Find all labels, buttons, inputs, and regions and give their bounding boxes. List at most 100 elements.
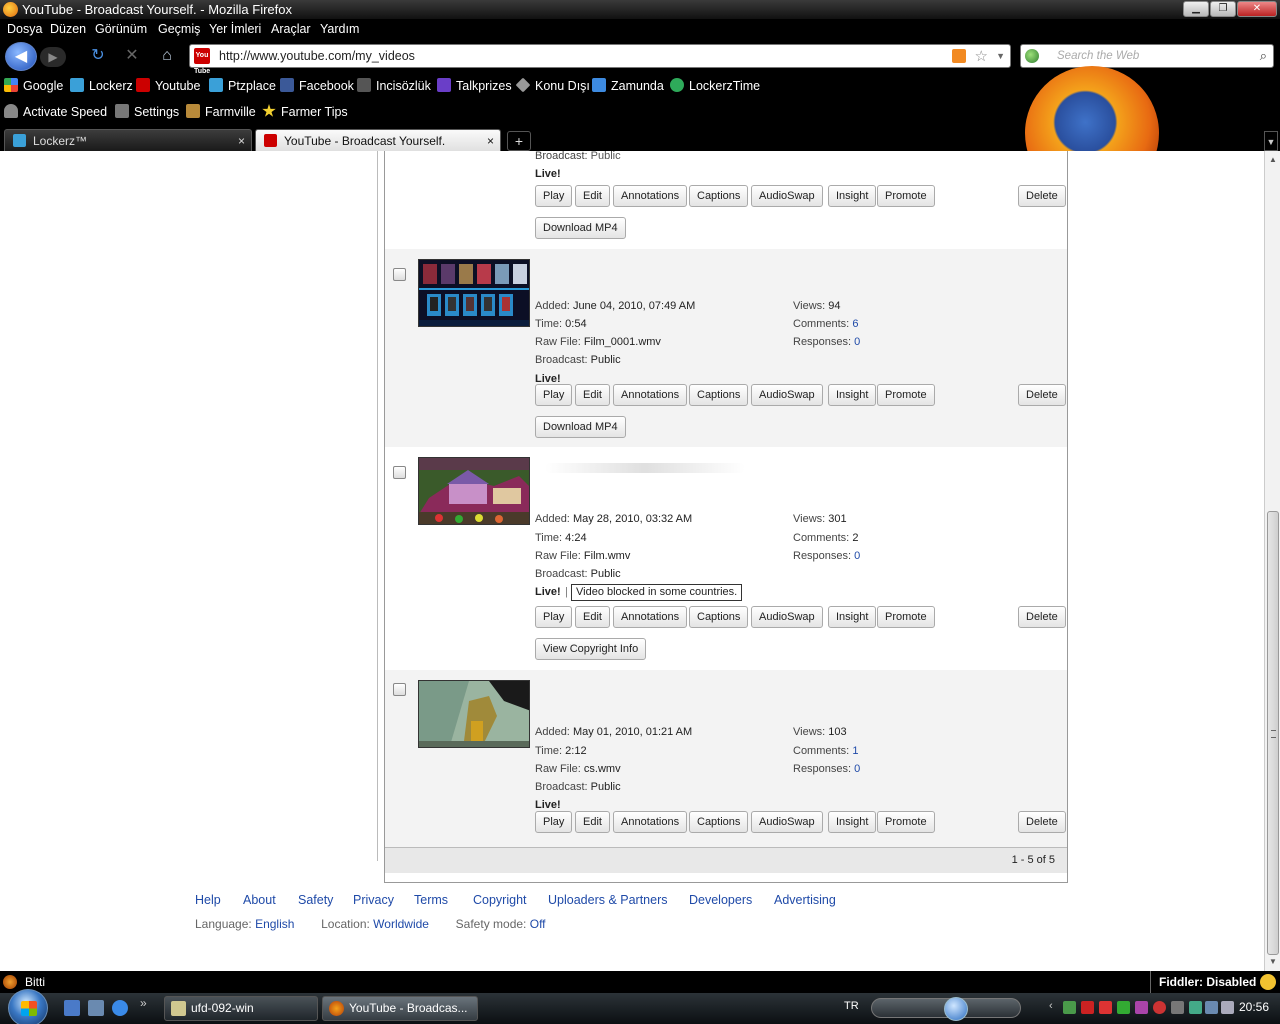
responses-link[interactable]: 0 <box>854 336 860 348</box>
home-icon[interactable]: ⌂ <box>157 46 177 66</box>
tray-sync-icon[interactable] <box>1117 1001 1130 1014</box>
menu-gorunum[interactable]: Görünüm <box>95 19 147 40</box>
ati-icon[interactable] <box>1081 1001 1094 1014</box>
insight-button[interactable]: Insight <box>828 185 877 207</box>
bookmark-lockerztime[interactable]: LockerzTime <box>670 74 760 98</box>
edit-button[interactable]: Edit <box>575 384 610 406</box>
menu-duzen[interactable]: Düzen <box>50 19 86 40</box>
promote-button[interactable]: Promote <box>877 185 935 207</box>
edit-button[interactable]: Edit <box>575 185 610 207</box>
video-checkbox[interactable] <box>393 268 406 281</box>
promote-button[interactable]: Promote <box>877 606 935 628</box>
footer-help-link[interactable]: Help <box>195 893 221 907</box>
video-checkbox[interactable] <box>393 683 406 696</box>
start-button[interactable] <box>8 989 48 1024</box>
captions-button[interactable]: Captions <box>689 606 749 628</box>
captions-button[interactable]: Captions <box>689 384 749 406</box>
captions-button[interactable]: Captions <box>689 811 749 833</box>
back-button[interactable]: ◀ <box>5 42 37 71</box>
smiley-icon[interactable] <box>1260 974 1276 990</box>
bookmark-farmer-tips[interactable]: Farmer Tips <box>262 100 348 124</box>
audioswap-button[interactable]: AudioSwap <box>751 811 823 833</box>
scrollbar-thumb[interactable] <box>1267 511 1279 955</box>
bookmark-ptzplace[interactable]: Ptzplace <box>209 74 276 98</box>
menu-dosya[interactable]: Dosya <box>7 19 42 40</box>
url-text[interactable]: http://www.youtube.com/my_videos <box>219 45 415 67</box>
tray-checkmark-icon[interactable] <box>1189 1001 1202 1014</box>
annotations-button[interactable]: Annotations <box>613 811 688 833</box>
responses-link[interactable]: 0 <box>854 550 860 562</box>
safety-mode-link[interactable]: Off <box>530 917 546 931</box>
video-thumbnail[interactable] <box>418 457 530 525</box>
play-button[interactable]: Play <box>535 185 573 207</box>
url-dropdown-icon[interactable]: ▼ <box>996 45 1005 67</box>
tray-app-icon[interactable] <box>1099 1001 1112 1014</box>
tab-close-icon[interactable]: × <box>487 130 494 152</box>
fiddler-status[interactable]: Fiddler: Disabled <box>1150 971 1256 993</box>
close-button[interactable]: ✕ <box>1237 1 1277 17</box>
footer-uploaders-link[interactable]: Uploaders & Partners <box>548 893 668 907</box>
promote-button[interactable]: Promote <box>877 811 935 833</box>
maximize-button[interactable]: ❐ <box>1210 1 1236 17</box>
tray-security-icon[interactable] <box>1153 1001 1166 1014</box>
tray-device-icon[interactable] <box>1171 1001 1184 1014</box>
footer-privacy-link[interactable]: Privacy <box>353 893 394 907</box>
tray-vpn-icon[interactable] <box>1135 1001 1148 1014</box>
insight-button[interactable]: Insight <box>828 606 877 628</box>
menu-yer-imleri[interactable]: Yer İmleri <box>209 19 261 40</box>
language-link[interactable]: English <box>255 917 294 931</box>
annotations-button[interactable]: Annotations <box>613 185 688 207</box>
video-thumbnail[interactable] <box>418 259 530 327</box>
search-engine-icon[interactable] <box>1025 49 1039 63</box>
taskbar-item-firefox[interactable]: YouTube - Broadcas... <box>322 996 478 1021</box>
delete-button[interactable]: Delete <box>1018 606 1066 628</box>
comments-link[interactable]: 1 <box>852 745 858 757</box>
search-icon[interactable]: ⌕ <box>1260 45 1267 67</box>
bookmark-google[interactable]: Google <box>4 74 63 98</box>
play-icon[interactable] <box>944 997 968 1021</box>
tab-youtube[interactable]: YouTube - Broadcast Yourself. × <box>255 129 501 151</box>
taskbar-item-ufd[interactable]: ufd-092-win <box>164 996 318 1021</box>
tray-display-icon[interactable] <box>1205 1001 1218 1014</box>
captions-button[interactable]: Captions <box>689 185 749 207</box>
bookmark-zamunda[interactable]: Zamunda <box>592 74 664 98</box>
download-mp4-button[interactable]: Download MP4 <box>535 416 626 438</box>
tray-expand-icon[interactable]: ‹ <box>1049 1000 1062 1013</box>
language-indicator[interactable]: TR <box>844 1000 859 1012</box>
internet-explorer-icon[interactable] <box>112 1000 128 1016</box>
edit-button[interactable]: Edit <box>575 606 610 628</box>
rss-icon[interactable] <box>952 49 966 63</box>
bookmark-incisozluk[interactable]: Incisözlük <box>357 74 431 98</box>
play-button[interactable]: Play <box>535 606 573 628</box>
menu-araclar[interactable]: Araçlar <box>271 19 311 40</box>
play-button[interactable]: Play <box>535 811 573 833</box>
bookmark-youtube[interactable]: Youtube <box>136 74 200 98</box>
responses-link[interactable]: 0 <box>854 763 860 775</box>
bookmark-farmville[interactable]: Farmville <box>186 100 256 124</box>
bookmark-activate-speed[interactable]: Activate Speed <box>4 100 107 124</box>
footer-safety-link[interactable]: Safety <box>298 893 333 907</box>
video-checkbox[interactable] <box>393 466 406 479</box>
audioswap-button[interactable]: AudioSwap <box>751 384 823 406</box>
annotations-button[interactable]: Annotations <box>613 384 688 406</box>
show-desktop-icon[interactable] <box>64 1000 80 1016</box>
bookmark-lockerz[interactable]: Lockerz <box>70 74 133 98</box>
footer-about-link[interactable]: About <box>243 893 276 907</box>
delete-button[interactable]: Delete <box>1018 185 1066 207</box>
insight-button[interactable]: Insight <box>828 384 877 406</box>
promote-button[interactable]: Promote <box>877 384 935 406</box>
footer-copyright-link[interactable]: Copyright <box>473 893 527 907</box>
comments-link[interactable]: 6 <box>852 318 858 330</box>
bookmark-settings[interactable]: Settings <box>115 100 179 124</box>
delete-button[interactable]: Delete <box>1018 384 1066 406</box>
annotations-button[interactable]: Annotations <box>613 606 688 628</box>
insight-button[interactable]: Insight <box>828 811 877 833</box>
search-box[interactable]: Search the Web ⌕ <box>1020 44 1274 68</box>
vertical-scrollbar[interactable]: ▲ ▼ <box>1264 151 1280 971</box>
edit-button[interactable]: Edit <box>575 811 610 833</box>
switch-windows-icon[interactable] <box>88 1000 104 1016</box>
footer-developers-link[interactable]: Developers <box>689 893 752 907</box>
media-player-toolbar[interactable] <box>871 997 1021 1021</box>
scroll-up-icon[interactable]: ▲ <box>1267 153 1279 167</box>
reload-icon[interactable]: ↻ <box>88 46 108 66</box>
